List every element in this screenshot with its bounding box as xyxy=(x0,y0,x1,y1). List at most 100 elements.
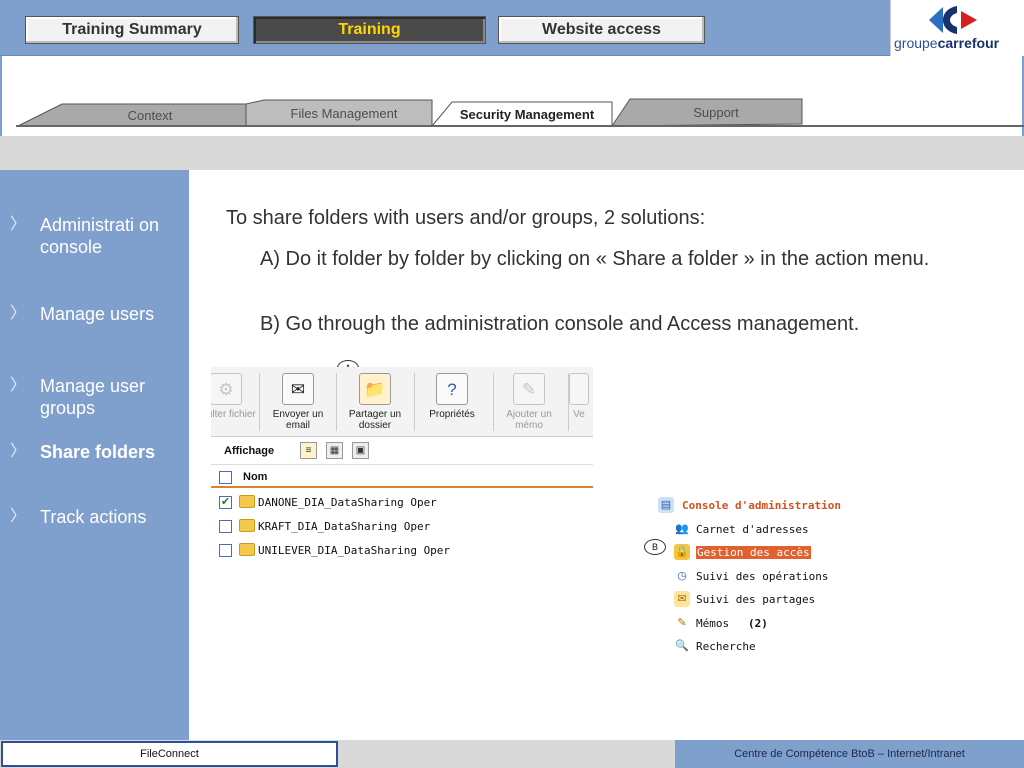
toolbar-separator xyxy=(336,373,337,431)
share-folder-icon: 📁 xyxy=(359,373,391,405)
search-icon: 🔍 xyxy=(675,640,689,652)
intro-text: To share folders with users and/or group… xyxy=(226,207,706,229)
action-toolbar: ⚙ nsulter fichier ✉ Envoyer un email 📁 P… xyxy=(211,367,593,437)
tool-ajouter-memo[interactable]: ✎ Ajouter un mémo xyxy=(494,373,564,431)
row-checkbox[interactable] xyxy=(219,544,232,557)
tool-envoyer-email[interactable]: ✉ Envoyer un email xyxy=(263,373,333,431)
view-label: Affichage xyxy=(224,445,275,457)
folder-name[interactable]: UNILEVER_DIA_DataSharing Oper xyxy=(258,544,450,557)
tool-consulter-fichier[interactable]: ⚙ nsulter fichier xyxy=(211,373,261,420)
console-item-access-management[interactable]: 🔒 Gestion des accès xyxy=(652,542,852,564)
logo-text-light: groupe xyxy=(894,35,938,51)
console-title-row[interactable]: ▤ Console d'administration xyxy=(652,495,852,517)
table-header: Nom xyxy=(211,466,593,488)
carrefour-logo: groupecarrefour xyxy=(890,0,1024,56)
console-item-label[interactable]: Recherche xyxy=(696,640,756,653)
tab-training-summary[interactable]: Training Summary xyxy=(25,16,239,44)
file-icon: ⚙ xyxy=(211,373,242,405)
carrefour-logo-icon xyxy=(929,6,977,34)
table-row[interactable]: KRAFT_DIA_DataSharing Oper xyxy=(211,515,593,538)
tool-label: Propriétés xyxy=(429,409,475,420)
sidebar-item-label: Manage user groups xyxy=(40,376,146,418)
version-icon xyxy=(569,373,589,405)
console-item-label[interactable]: Carnet d'adresses xyxy=(696,523,809,536)
console-icon: ▤ xyxy=(658,497,674,513)
footer-organization: Centre de Compétence BtoB – Internet/Int… xyxy=(675,740,1024,768)
subtab-context[interactable]: Context xyxy=(60,104,240,126)
toolbar-separator xyxy=(414,373,415,431)
chevron-right-icon: 〉 xyxy=(10,305,27,322)
folder-name[interactable]: KRAFT_DIA_DataSharing Oper xyxy=(258,520,430,533)
console-item-label[interactable]: Gestion des accès xyxy=(696,546,811,559)
sidebar-item-manage-users[interactable]: 〉 Manage users xyxy=(10,303,180,347)
address-book-icon: 👥 xyxy=(675,523,689,535)
console-item[interactable]: 👥 Carnet d'adresses xyxy=(652,519,852,541)
tab-training[interactable]: Training xyxy=(253,16,486,44)
console-item[interactable]: 🔍 Recherche xyxy=(652,636,852,658)
sub-tab-baseline xyxy=(16,125,1024,127)
chevron-right-icon: 〉 xyxy=(10,508,27,525)
subtab-support[interactable]: Support xyxy=(630,101,802,123)
tool-label: Partager un dossier xyxy=(348,409,402,431)
tab-website-access[interactable]: Website access xyxy=(498,16,705,44)
console-title[interactable]: Console d'administration xyxy=(682,499,841,512)
folder-name[interactable]: DANONE_DIA_DataSharing Oper xyxy=(258,496,437,509)
subtab-security-management[interactable]: Security Management xyxy=(446,103,608,125)
sub-tab-area: Context Files Management Security Manage… xyxy=(0,56,1024,136)
properties-icon: ? xyxy=(436,373,468,405)
row-checkbox[interactable] xyxy=(219,520,232,533)
folder-icon xyxy=(239,519,255,532)
table-row[interactable]: UNILEVER_DIA_DataSharing Oper xyxy=(211,539,593,562)
email-icon: ✉ xyxy=(282,373,314,405)
console-item[interactable]: ✉ Suivi des partages xyxy=(652,589,852,611)
console-item[interactable]: ✎ Mémos (2) xyxy=(652,613,852,635)
footer: FileConnect Centre de Compétence BtoB – … xyxy=(0,740,1024,768)
tool-label: nsulter fichier xyxy=(211,409,256,420)
screenshot-file-toolbar: ⚙ nsulter fichier ✉ Envoyer un email 📁 P… xyxy=(211,367,593,570)
memo-icon: ✎ xyxy=(677,617,687,629)
toolbar-separator xyxy=(259,373,260,431)
sidebar: 〉 Administrati on console 〉 Manage users… xyxy=(0,170,189,740)
chevron-right-icon: 〉 xyxy=(10,443,27,460)
console-item-label[interactable]: Suivi des opérations xyxy=(696,570,828,583)
table-row[interactable]: ✔ DANONE_DIA_DataSharing Oper xyxy=(211,491,593,514)
tool-label: Envoyer un email xyxy=(272,409,324,431)
select-all-checkbox[interactable] xyxy=(219,471,232,484)
console-item-label[interactable]: Suivi des partages xyxy=(696,593,815,606)
sidebar-item-share-folders[interactable]: 〉 Share folders xyxy=(10,441,180,485)
console-item-label[interactable]: Mémos xyxy=(696,617,729,630)
logo-text-bold: carrefour xyxy=(937,35,1000,51)
column-header-name[interactable]: Nom xyxy=(243,471,267,483)
grid-view-icon[interactable]: ▦ xyxy=(326,442,343,459)
tool-partager-dossier[interactable]: 📁 Partager un dossier xyxy=(340,373,410,431)
option-b-text: B) Go through the administration console… xyxy=(260,313,860,335)
sidebar-item-label: Administrati on console xyxy=(40,215,160,257)
share-envelope-icon: ✉ xyxy=(674,591,690,607)
footer-app-name: FileConnect xyxy=(1,741,338,767)
sidebar-item-label: Share folders xyxy=(40,442,156,462)
sidebar-item-admin-console[interactable]: 〉 Administrati on console xyxy=(10,214,180,258)
screenshot-admin-console: ▤ Console d'administration 👥 Carnet d'ad… xyxy=(652,492,852,662)
thumbnail-view-icon[interactable]: ▣ xyxy=(352,442,369,459)
row-checkbox-checked[interactable]: ✔ xyxy=(219,496,232,509)
top-navigation: Training Summary Training Website access xyxy=(0,0,890,56)
sidebar-item-track-actions[interactable]: 〉 Track actions xyxy=(10,506,180,550)
tool-proprietes[interactable]: ? Propriétés xyxy=(417,373,487,420)
subtab-files-management[interactable]: Files Management xyxy=(258,102,430,124)
chevron-right-icon: 〉 xyxy=(10,216,27,233)
folder-icon xyxy=(239,543,255,556)
console-item[interactable]: ◷ Suivi des opérations xyxy=(652,566,852,588)
logo-text: groupecarrefour xyxy=(894,35,999,51)
tool-label: Ajouter un mémo xyxy=(506,409,552,431)
tool-version[interactable]: Ve xyxy=(559,373,593,420)
clock-icon: ◷ xyxy=(677,570,687,582)
chevron-right-icon: 〉 xyxy=(10,377,27,394)
sidebar-item-manage-user-groups[interactable]: 〉 Manage user groups xyxy=(10,375,180,419)
list-view-icon[interactable]: ≡ xyxy=(300,442,317,459)
separator-bar xyxy=(0,136,1024,170)
lock-icon: 🔒 xyxy=(674,544,690,560)
option-a-text: A) Do it folder by folder by clicking on… xyxy=(260,248,930,270)
tool-label: Ve xyxy=(573,409,585,420)
sidebar-item-label: Track actions xyxy=(40,507,147,527)
marker-b: B xyxy=(644,539,666,555)
